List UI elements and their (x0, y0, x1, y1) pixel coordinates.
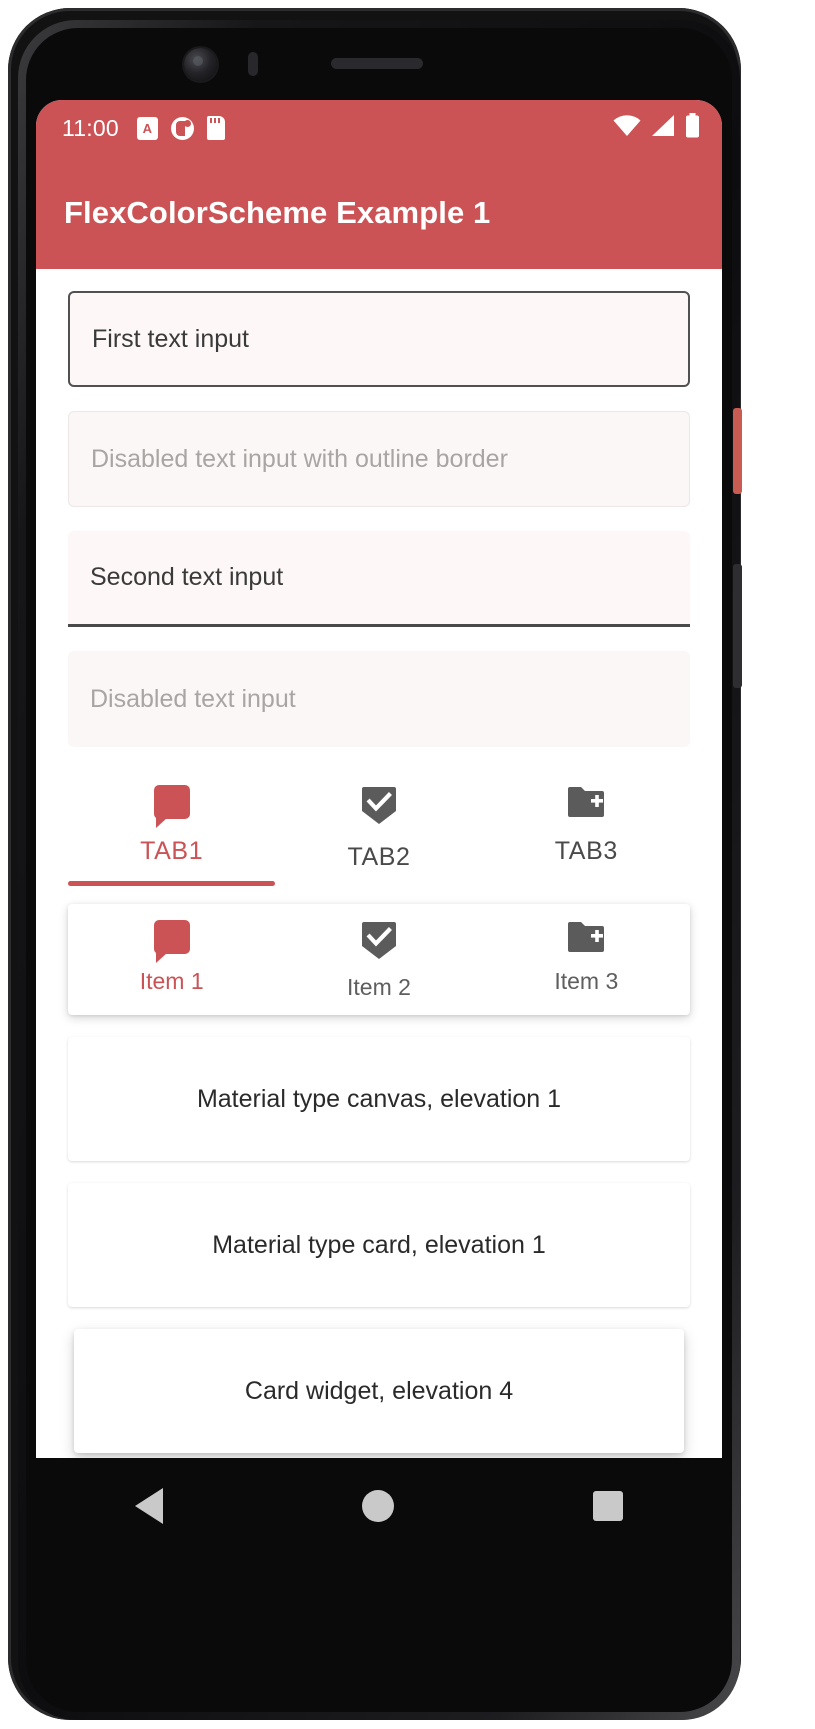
bottom-navigation-bar: Item 1 Item 2 Item 3 (68, 904, 690, 1015)
device-bottom-chin (36, 1554, 722, 1598)
text-field-first-box[interactable]: First text input (68, 291, 690, 387)
material-card-elevation-1: Material type card, elevation 1 (68, 1183, 690, 1307)
bottom-nav-item-3-label: Item 3 (554, 968, 619, 994)
text-field-first-value: First text input (92, 324, 249, 353)
tab-bar: TAB1 TAB2 TAB3 (68, 771, 690, 886)
sd-card-icon (206, 116, 225, 140)
tab-1[interactable]: TAB1 (68, 771, 276, 886)
text-field-disabled-outlined-box: Disabled text input with outline border (68, 411, 690, 507)
card-widget-elevation-4: Card widget, elevation 4 (74, 1329, 684, 1453)
page-title: FlexColorScheme Example 1 (64, 194, 491, 230)
chat-bubble-icon (153, 785, 190, 828)
tab-3[interactable]: TAB3 (483, 771, 690, 886)
create-new-folder-icon (566, 920, 606, 954)
bottom-nav-item-2-label: Item 2 (347, 974, 411, 1000)
create-new-folder-icon (566, 785, 606, 819)
status-bar-right-icons (613, 113, 700, 143)
status-bar-clock: 11:00 (62, 114, 119, 141)
status-bar: 11:00 A (36, 100, 722, 156)
app-bar: FlexColorScheme Example 1 (36, 156, 722, 269)
bottom-nav-item-1-label: Item 1 (139, 968, 204, 994)
text-field-disabled-outlined: Disabled text input with outline border (68, 411, 690, 507)
material-canvas-elevation-1: Material type canvas, elevation 1 (68, 1037, 690, 1161)
tab-2[interactable]: TAB2 (275, 771, 482, 886)
bottom-nav-item-1[interactable]: Item 1 (68, 920, 275, 1001)
beenhere-check-icon (361, 785, 397, 825)
battery-icon (685, 113, 700, 143)
front-camera-icon (184, 48, 217, 81)
wifi-icon (613, 114, 641, 142)
tab-3-label: TAB3 (554, 837, 618, 865)
text-field-disabled-filled-box: Disabled text input (68, 651, 690, 747)
phone-device-frame: 11:00 A FlexColorScheme Example 1 First … (8, 8, 742, 1720)
proximity-sensor-icon (248, 52, 258, 76)
power-button[interactable] (733, 408, 742, 494)
device-screen: 11:00 A FlexColorScheme Example 1 First … (36, 100, 722, 1458)
chat-bubble-icon (153, 920, 190, 963)
text-field-second[interactable]: Second text input (68, 531, 690, 627)
cellular-signal-icon (650, 114, 676, 142)
alarm-badge-icon: A (136, 116, 158, 140)
beenhere-check-icon (361, 920, 397, 960)
tab-2-label: TAB2 (347, 843, 411, 871)
text-field-disabled-outlined-value: Disabled text input with outline border (91, 444, 508, 473)
bottom-nav-item-2[interactable]: Item 2 (275, 920, 482, 1001)
volume-button[interactable] (733, 564, 742, 688)
recents-button-icon[interactable] (592, 1491, 623, 1521)
screenshot-root: 11:00 A FlexColorScheme Example 1 First … (0, 0, 815, 1729)
do-not-disturb-icon (170, 116, 194, 140)
text-field-first[interactable]: First text input (68, 291, 690, 387)
text-field-second-box[interactable]: Second text input (68, 531, 690, 627)
tab-1-label: TAB1 (140, 837, 204, 865)
status-bar-left-icons: A (136, 116, 225, 140)
text-field-disabled-filled: Disabled text input (68, 651, 690, 747)
bottom-nav-item-3[interactable]: Item 3 (483, 920, 690, 1001)
earpiece-speaker (331, 58, 423, 69)
text-field-disabled-filled-value: Disabled text input (90, 684, 296, 713)
home-button-icon[interactable] (361, 1490, 394, 1522)
text-field-second-value: Second text input (90, 563, 284, 591)
android-navigation-bar (36, 1458, 722, 1554)
back-button-icon[interactable] (135, 1488, 164, 1524)
tab-active-indicator (68, 881, 276, 886)
page-body: First text input Disabled text input wit… (36, 269, 722, 1453)
